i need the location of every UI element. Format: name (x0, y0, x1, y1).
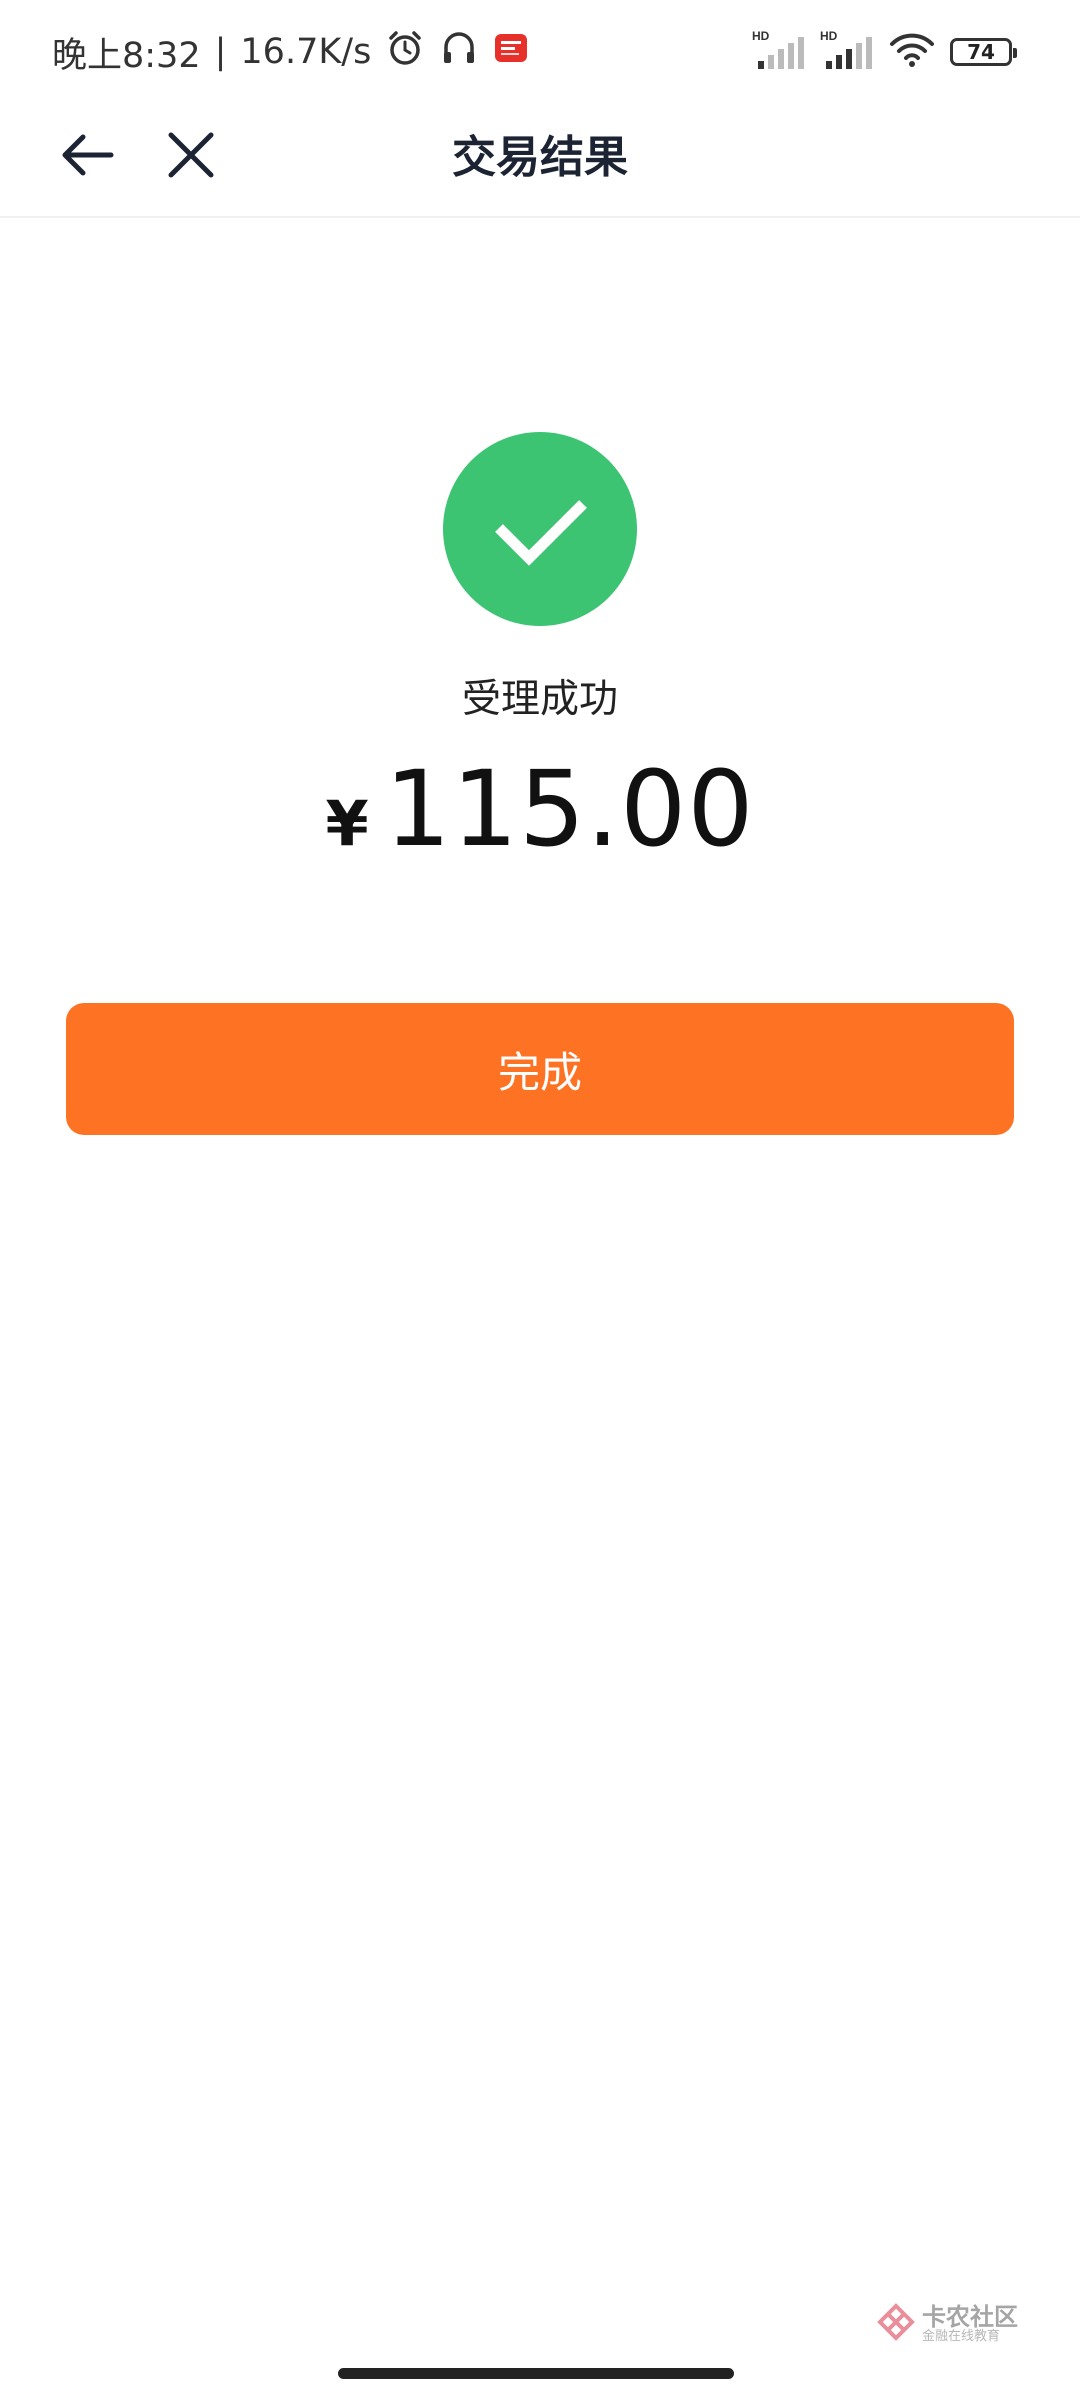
wifi-icon (888, 30, 936, 74)
status-time: 晚上8:32 (52, 35, 201, 76)
status-bar-right: HD HD 74 (752, 29, 1017, 75)
result-status-text: 受理成功 (461, 677, 618, 722)
status-bar-left: 晚上8:32 | 16.7K/s (52, 28, 529, 76)
status-network-speed: 16.7K/s (240, 32, 372, 72)
status-separator: | (214, 32, 227, 72)
watermark-text: 卡农社区 金融在线教育 (922, 2302, 1018, 2345)
status-bar: 晚上8:32 | 16.7K/s HD HD 74 (0, 0, 1080, 100)
app-notification-icon (493, 30, 529, 75)
page-title: 交易结果 (452, 132, 628, 183)
headset-icon (439, 28, 479, 77)
battery-icon: 74 (950, 38, 1017, 66)
svg-text:HD: HD (752, 29, 770, 43)
amount-row: ¥ 115.00 (0, 748, 1080, 870)
signal-icon: HD (820, 29, 874, 75)
watermark: 卡农社区 金融在线教育 (876, 2302, 1018, 2346)
done-button-label: 完成 (497, 1047, 582, 1097)
check-circle-icon (443, 432, 637, 626)
watermark-logo-icon (876, 2302, 916, 2346)
home-indicator[interactable] (338, 2368, 734, 2379)
currency-symbol: ¥ (325, 787, 369, 860)
watermark-subtitle: 金融在线教育 (922, 2329, 1001, 2345)
battery-level: 74 (967, 40, 995, 64)
nav-bar: 交易结果 (0, 100, 1080, 218)
done-button[interactable]: 完成 (66, 1003, 1014, 1135)
signal-icon: HD (752, 29, 806, 75)
svg-text:HD: HD (820, 29, 838, 43)
transaction-amount: 115.00 (384, 748, 755, 870)
watermark-title: 卡农社区 (922, 2302, 1018, 2331)
alarm-icon (385, 28, 425, 77)
